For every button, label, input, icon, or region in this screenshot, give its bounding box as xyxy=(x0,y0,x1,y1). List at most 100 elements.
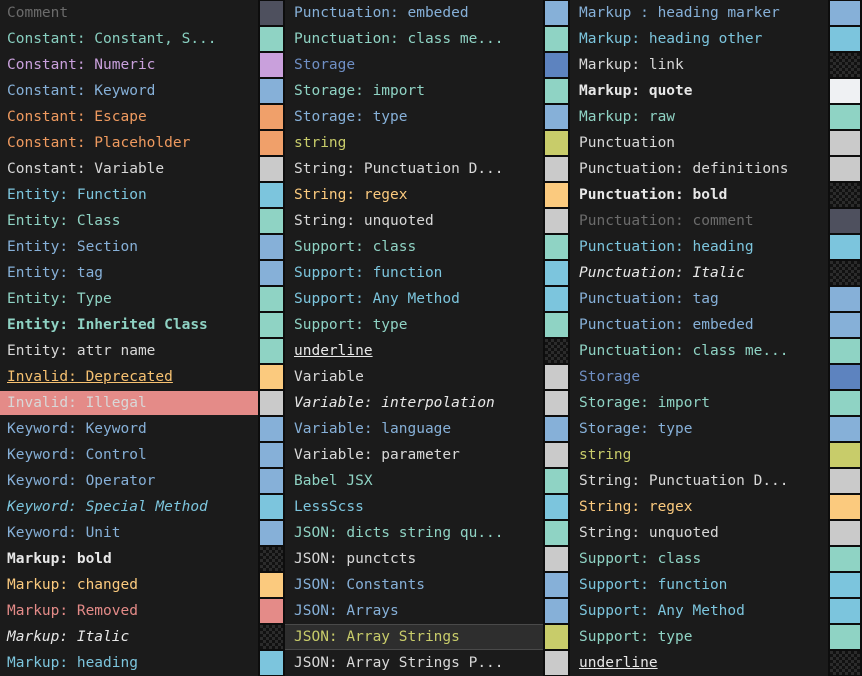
scope-row[interactable]: Punctuation: class me... xyxy=(570,338,862,364)
color-swatch[interactable] xyxy=(828,104,862,130)
color-swatch[interactable] xyxy=(258,442,285,468)
color-swatch[interactable] xyxy=(258,546,285,572)
scope-row[interactable]: Markup: heading other xyxy=(570,26,862,52)
color-swatch[interactable] xyxy=(543,416,570,442)
color-swatch[interactable] xyxy=(828,598,862,624)
scope-row[interactable]: Variable: language xyxy=(285,416,570,442)
scope-row[interactable]: Constant: Escape xyxy=(0,104,285,130)
color-swatch[interactable] xyxy=(828,520,862,546)
scope-row[interactable]: Keyword: Unit xyxy=(0,520,285,546)
scope-row[interactable]: JSON: Array Strings xyxy=(285,624,570,650)
color-swatch[interactable] xyxy=(543,208,570,234)
scope-row[interactable]: underline xyxy=(570,650,862,676)
scope-row[interactable]: Entity: Inherited Class xyxy=(0,312,285,338)
scope-row[interactable]: Punctuation: embeded xyxy=(570,312,862,338)
scope-row[interactable]: String: regex xyxy=(285,182,570,208)
scope-row[interactable]: Markup: quote xyxy=(570,78,862,104)
color-swatch[interactable] xyxy=(543,26,570,52)
scope-row[interactable]: string xyxy=(285,130,570,156)
color-swatch[interactable] xyxy=(828,26,862,52)
color-swatch[interactable] xyxy=(258,26,285,52)
color-swatch[interactable] xyxy=(543,624,570,650)
scope-row[interactable]: String: Punctuation D... xyxy=(285,156,570,182)
color-swatch[interactable] xyxy=(828,390,862,416)
scope-row[interactable]: Constant: Constant, S... xyxy=(0,26,285,52)
color-swatch[interactable] xyxy=(543,494,570,520)
color-swatch[interactable] xyxy=(828,338,862,364)
color-swatch[interactable] xyxy=(258,364,285,390)
scope-row[interactable]: Punctuation: heading xyxy=(570,234,862,260)
scope-row[interactable]: underline xyxy=(285,338,570,364)
scope-row[interactable]: JSON: Constants xyxy=(285,572,570,598)
color-swatch[interactable] xyxy=(543,182,570,208)
color-swatch[interactable] xyxy=(543,598,570,624)
scope-row[interactable]: Storage: import xyxy=(285,78,570,104)
color-swatch[interactable] xyxy=(828,442,862,468)
color-swatch[interactable] xyxy=(828,312,862,338)
color-swatch[interactable] xyxy=(828,260,862,286)
color-swatch[interactable] xyxy=(828,234,862,260)
color-swatch[interactable] xyxy=(258,208,285,234)
scope-row[interactable]: Punctuation: class me... xyxy=(285,26,570,52)
color-swatch[interactable] xyxy=(258,312,285,338)
scope-row[interactable]: Storage: type xyxy=(285,104,570,130)
color-swatch[interactable] xyxy=(828,416,862,442)
color-swatch[interactable] xyxy=(828,364,862,390)
scope-row[interactable]: Variable: parameter xyxy=(285,442,570,468)
scope-row[interactable]: Support: type xyxy=(570,624,862,650)
color-swatch[interactable] xyxy=(828,130,862,156)
scope-row[interactable]: Invalid: Deprecated xyxy=(0,364,285,390)
color-swatch[interactable] xyxy=(828,0,862,26)
color-swatch[interactable] xyxy=(258,468,285,494)
color-swatch[interactable] xyxy=(258,572,285,598)
scope-row[interactable]: Entity: Function xyxy=(0,182,285,208)
color-swatch[interactable] xyxy=(828,624,862,650)
scope-row[interactable]: String: Punctuation D... xyxy=(570,468,862,494)
scope-row[interactable]: Markup : heading marker xyxy=(570,0,862,26)
scope-row[interactable]: Constant: Variable xyxy=(0,156,285,182)
color-swatch[interactable] xyxy=(258,624,285,650)
scope-row[interactable]: Constant: Keyword xyxy=(0,78,285,104)
color-swatch[interactable] xyxy=(543,546,570,572)
color-swatch[interactable] xyxy=(828,52,862,78)
scope-row[interactable]: Variable xyxy=(285,364,570,390)
color-swatch[interactable] xyxy=(258,234,285,260)
scope-row[interactable]: Punctuation: bold xyxy=(570,182,862,208)
color-swatch[interactable] xyxy=(828,650,862,676)
color-swatch[interactable] xyxy=(543,468,570,494)
scope-row[interactable]: Markup: Italic xyxy=(0,624,285,650)
color-swatch[interactable] xyxy=(258,494,285,520)
color-swatch[interactable] xyxy=(258,390,285,416)
scope-row[interactable]: JSON: punctcts xyxy=(285,546,570,572)
scope-row[interactable]: Constant: Numeric xyxy=(0,52,285,78)
scope-row[interactable]: Comment xyxy=(0,0,285,26)
scope-row[interactable]: Support: class xyxy=(285,234,570,260)
scope-row[interactable]: JSON: dicts string qu... xyxy=(285,520,570,546)
color-swatch[interactable] xyxy=(258,0,285,26)
scope-row[interactable]: Punctuation: embeded xyxy=(285,0,570,26)
color-swatch[interactable] xyxy=(543,650,570,676)
scope-row[interactable]: Storage: type xyxy=(570,416,862,442)
color-swatch[interactable] xyxy=(258,182,285,208)
color-swatch[interactable] xyxy=(543,364,570,390)
scope-row[interactable]: Storage xyxy=(285,52,570,78)
scope-row[interactable]: Punctuation: Italic xyxy=(570,260,862,286)
color-swatch[interactable] xyxy=(543,260,570,286)
scope-row[interactable]: Punctuation: comment xyxy=(570,208,862,234)
color-swatch[interactable] xyxy=(258,650,285,676)
scope-row[interactable]: Punctuation: tag xyxy=(570,286,862,312)
color-swatch[interactable] xyxy=(828,468,862,494)
scope-row[interactable]: Punctuation xyxy=(570,130,862,156)
scope-row[interactable]: Keyword: Special Method xyxy=(0,494,285,520)
color-swatch[interactable] xyxy=(258,130,285,156)
color-swatch[interactable] xyxy=(258,52,285,78)
scope-row[interactable]: Entity: attr name xyxy=(0,338,285,364)
scope-row[interactable]: Markup: heading xyxy=(0,650,285,676)
color-swatch[interactable] xyxy=(543,0,570,26)
color-swatch[interactable] xyxy=(258,286,285,312)
scope-row[interactable]: Babel JSX xyxy=(285,468,570,494)
color-swatch[interactable] xyxy=(258,520,285,546)
color-swatch[interactable] xyxy=(828,182,862,208)
color-swatch[interactable] xyxy=(258,104,285,130)
scope-row[interactable]: Keyword: Control xyxy=(0,442,285,468)
